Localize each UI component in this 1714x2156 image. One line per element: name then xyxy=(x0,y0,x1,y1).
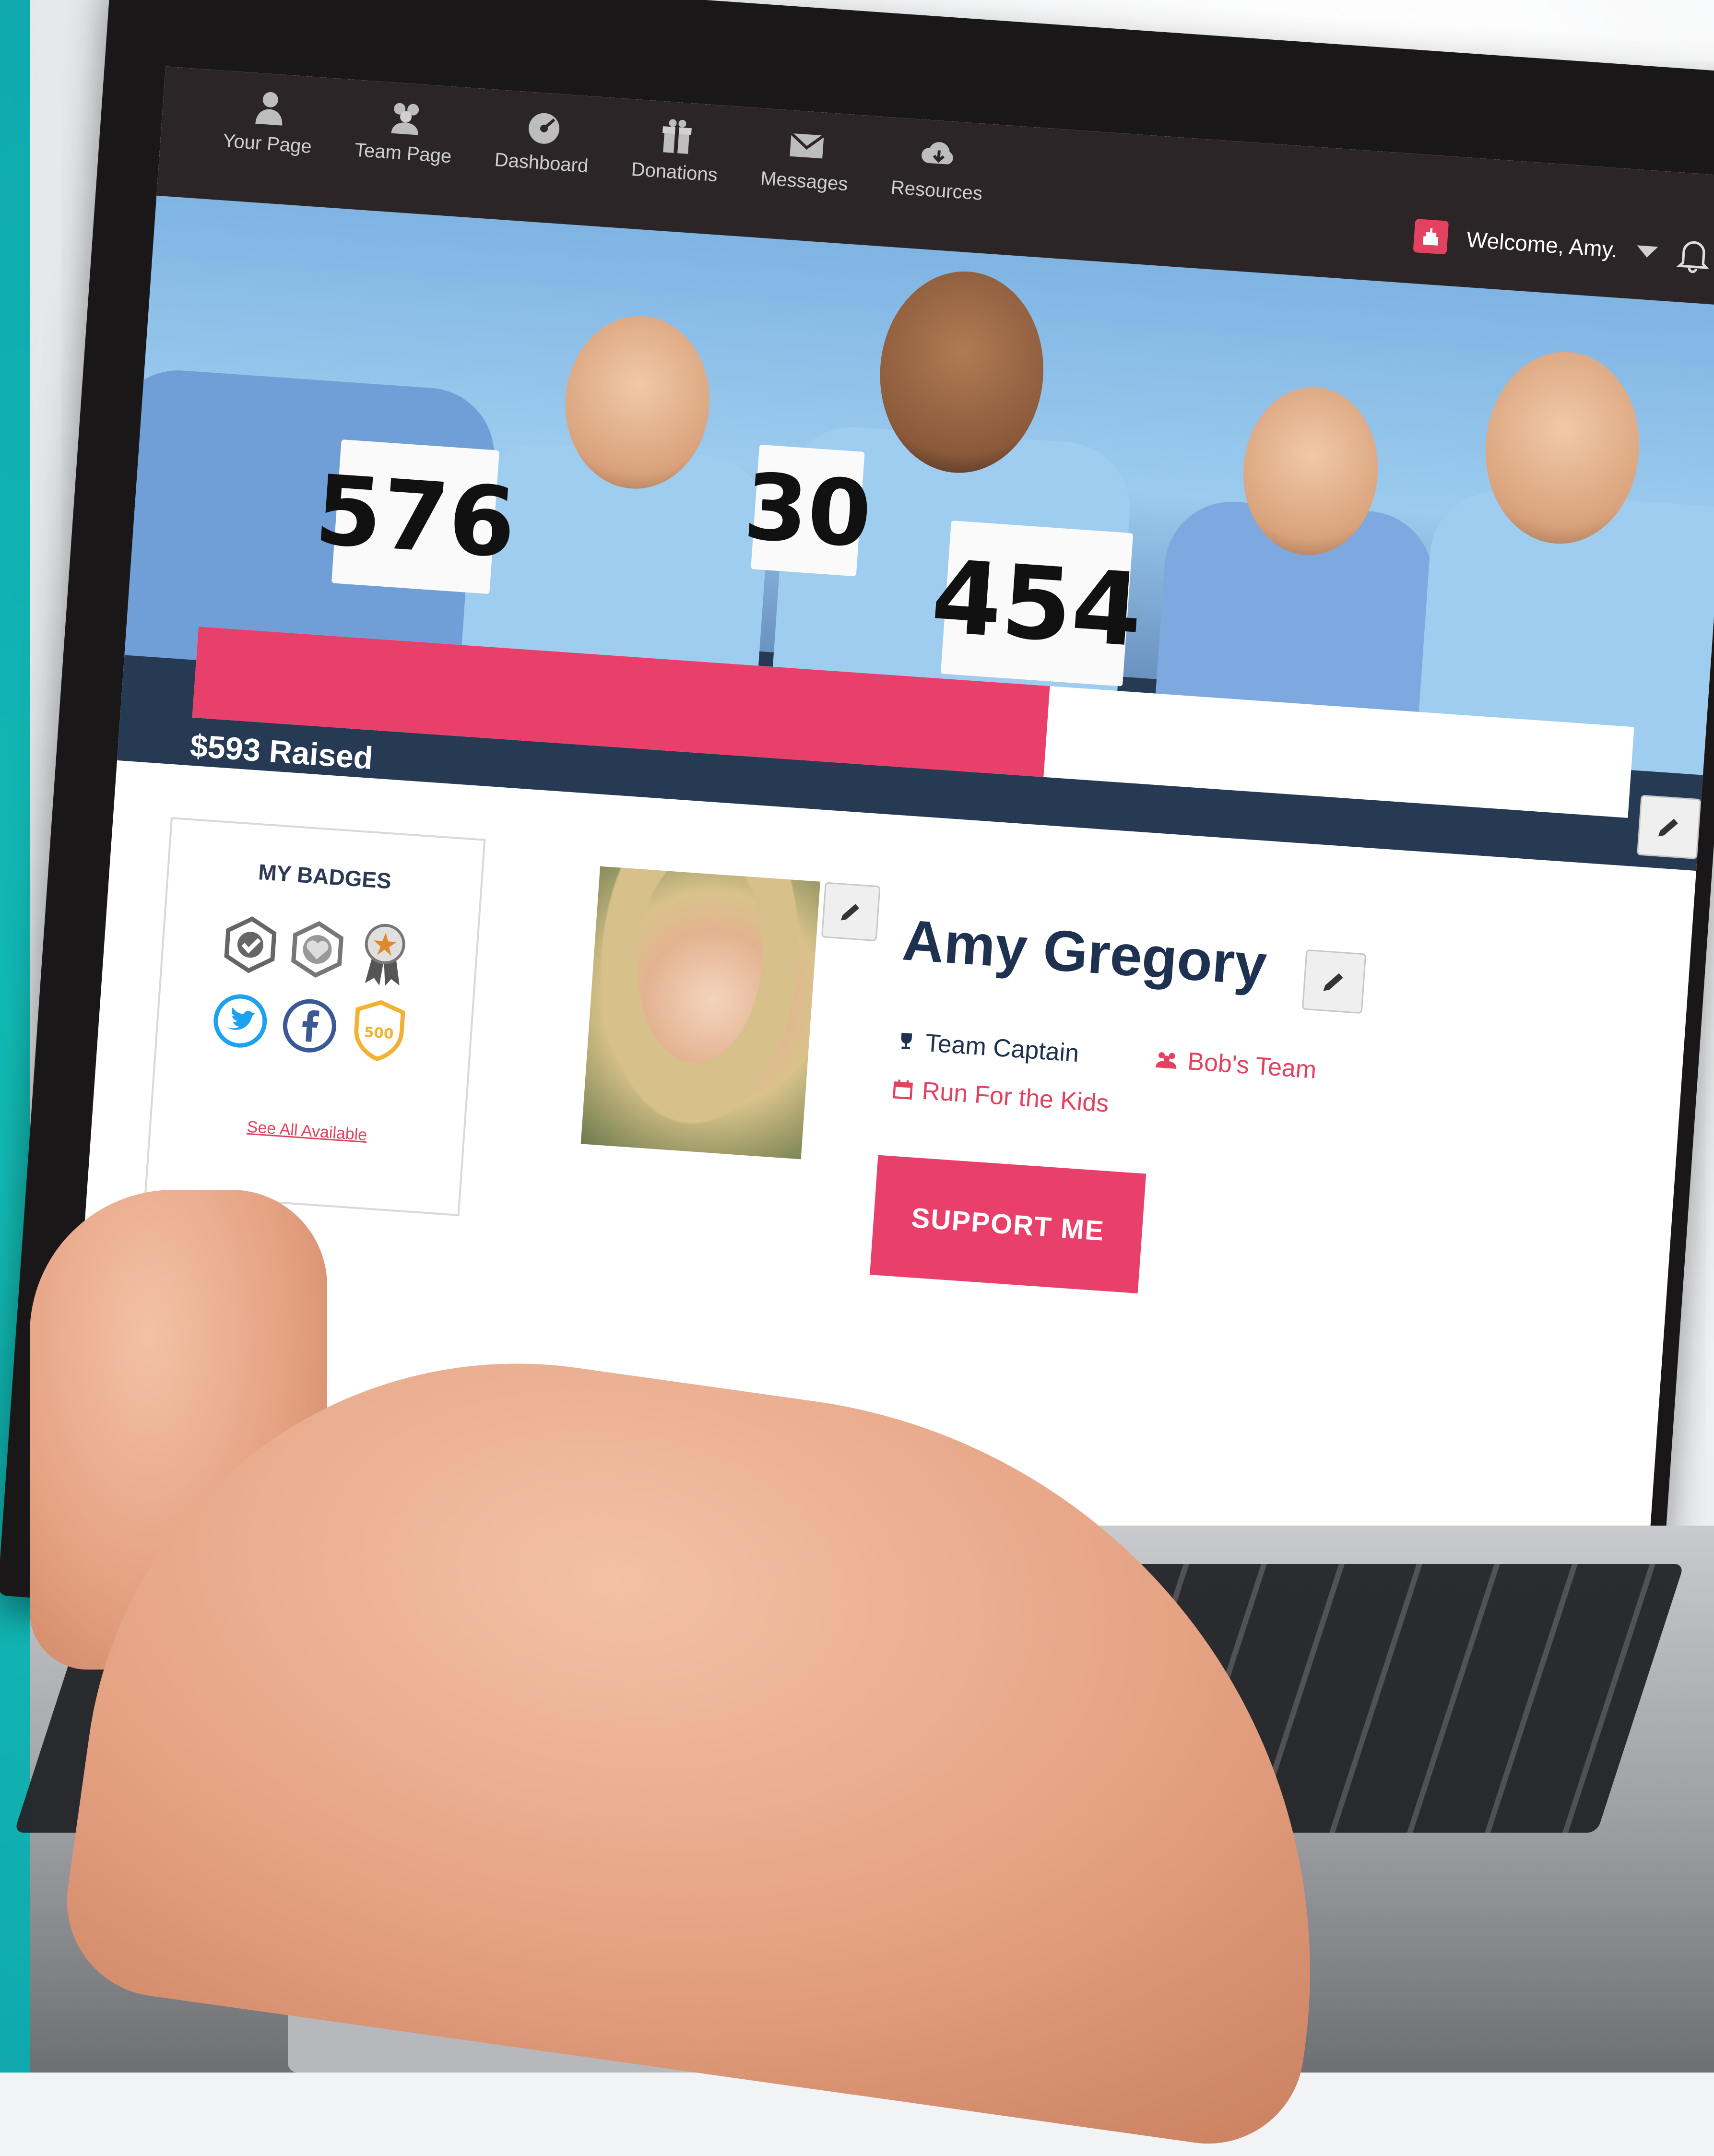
race-bib: 576 xyxy=(312,439,519,594)
nav-donations[interactable]: Donations xyxy=(630,114,721,186)
edit-goal-button[interactable] xyxy=(1636,794,1702,860)
race-bib: 30 xyxy=(741,444,875,577)
nav-label: Messages xyxy=(759,167,849,195)
avatar-hair xyxy=(580,866,820,1160)
badges-title: MY BADGES xyxy=(257,859,392,894)
nav-label: Donations xyxy=(630,158,719,186)
race-bib: 454 xyxy=(928,520,1146,687)
welcome-text: Welcome, Amy. xyxy=(1466,226,1619,262)
team-link[interactable]: Bob's Team xyxy=(1153,1044,1317,1085)
calendar-icon xyxy=(893,1079,913,1100)
goal-amount: Goal: $1,000 xyxy=(1449,849,1649,871)
envelope-icon xyxy=(789,132,825,159)
hero-section: 576 30 454 $593 Raised Goal: $1,000 xyxy=(117,195,1714,871)
trophy-icon xyxy=(901,1032,912,1050)
twitter-badge-icon xyxy=(210,990,271,1052)
nav-messages[interactable]: Messages xyxy=(760,123,852,195)
edit-name-button[interactable] xyxy=(1301,949,1367,1014)
team-label: Bob's Team xyxy=(1186,1047,1318,1084)
bell-icon[interactable] xyxy=(1676,235,1712,275)
nav-your-page[interactable]: Your Page xyxy=(222,85,316,158)
pencil-icon xyxy=(1323,973,1343,991)
pencil-icon xyxy=(840,904,860,921)
team-icon xyxy=(1155,1052,1177,1069)
team-icon xyxy=(391,103,419,135)
heart-badge-icon xyxy=(287,919,348,980)
cloud-download-icon xyxy=(922,142,954,165)
ribbon-badge-icon xyxy=(354,924,415,986)
event-label: Run For the Kids xyxy=(921,1077,1110,1118)
profile-name: Amy Gregory xyxy=(900,908,1269,997)
nav-label: Team Page xyxy=(354,139,452,167)
edit-avatar-button[interactable] xyxy=(821,882,881,942)
raised-amount: $593 Raised xyxy=(189,727,374,776)
support-me-button[interactable]: SUPPORT ME xyxy=(870,1155,1147,1294)
pencil-icon xyxy=(1658,818,1678,837)
nav-resources[interactable]: Resources xyxy=(890,132,986,205)
see-all-badges-link[interactable]: See All Available xyxy=(151,1111,463,1151)
dashboard-icon xyxy=(528,113,559,144)
nav-dashboard[interactable]: Dashboard xyxy=(494,104,592,177)
teal-side-band xyxy=(0,0,30,2073)
nav-label: Dashboard xyxy=(494,149,589,177)
badges-card: MY BADGES 500 See All Available xyxy=(144,817,486,1216)
nav-label: Your Page xyxy=(222,130,313,158)
badge-500-text: 500 xyxy=(364,1024,394,1042)
500-badge-icon: 500 xyxy=(348,1000,410,1062)
person-icon xyxy=(255,92,282,126)
check-badge-icon xyxy=(220,914,281,975)
cake-icon xyxy=(1413,218,1449,255)
avatar xyxy=(580,866,820,1160)
gift-icon xyxy=(662,119,692,154)
nav-team-page[interactable]: Team Page xyxy=(354,95,456,168)
user-menu[interactable]: Welcome, Amy. xyxy=(1413,216,1712,275)
nav-label: Resources xyxy=(890,177,983,204)
role-label: Team Captain xyxy=(924,1029,1080,1068)
facebook-badge-icon xyxy=(279,995,340,1056)
caret-down-icon xyxy=(1636,245,1658,259)
role: Team Captain xyxy=(895,1027,1080,1068)
event-link[interactable]: Run For the Kids xyxy=(891,1074,1110,1118)
